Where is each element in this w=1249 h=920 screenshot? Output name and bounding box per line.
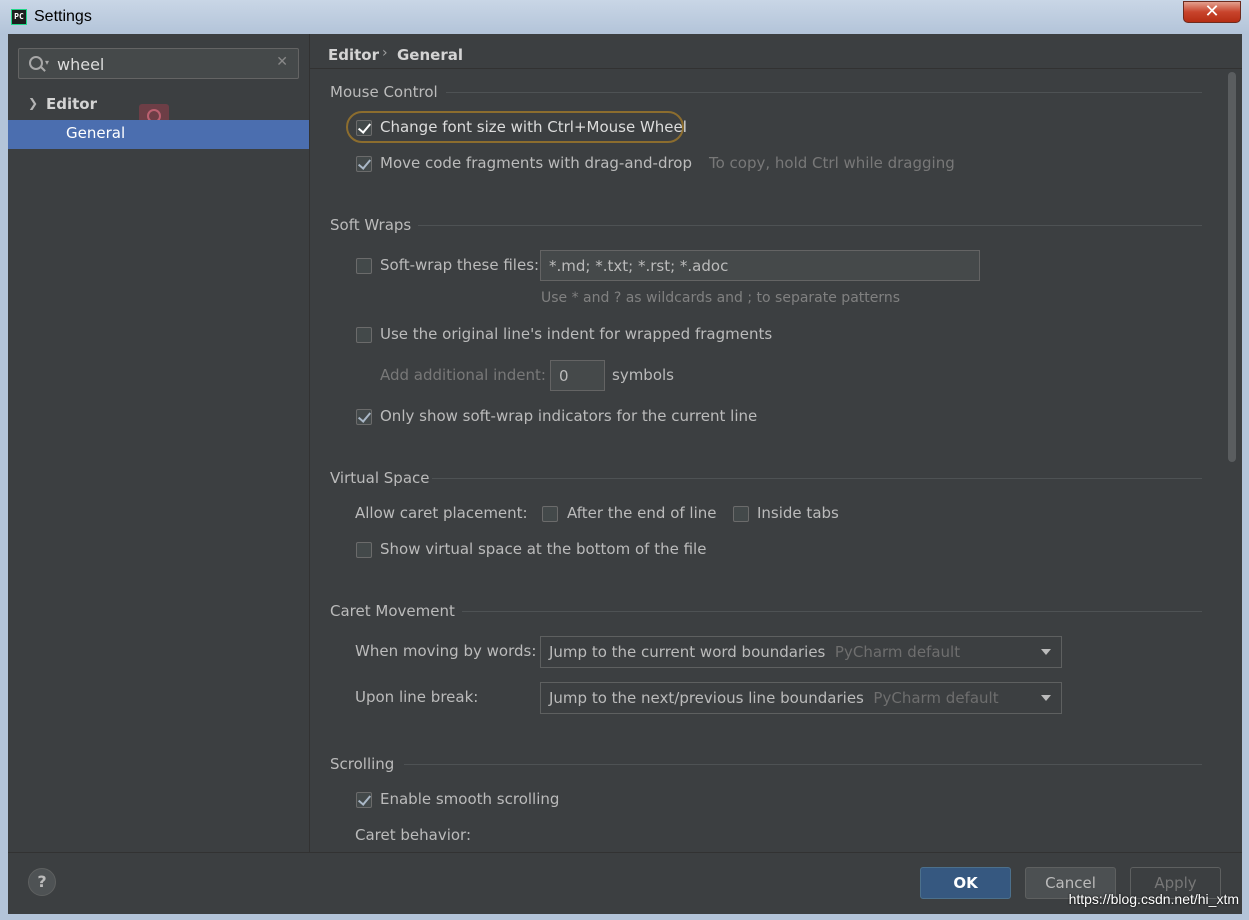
settings-search-box[interactable]: ▾ ✕: [18, 48, 299, 79]
softwrap-files-label[interactable]: Soft-wrap these files:: [380, 256, 539, 274]
drag-drop-label[interactable]: Move code fragments with drag-and-drop: [380, 154, 692, 172]
smooth-scrolling-checkbox[interactable]: [356, 792, 372, 808]
softwrap-indicators-label[interactable]: Only show soft-wrap indicators for the c…: [380, 407, 757, 425]
dropdown-arrow-icon[interactable]: [1041, 695, 1051, 701]
window-frame-right: [1242, 34, 1249, 920]
symbols-label: symbols: [612, 366, 674, 384]
softwrap-files-hint: Use * and ? as wildcards and ; to separa…: [541, 290, 901, 306]
pycharm-app-icon: PC: [11, 9, 27, 25]
tree-item-general[interactable]: General: [8, 120, 309, 149]
additional-indent-input[interactable]: [550, 360, 605, 391]
dialog-footer: ? OK Cancel Apply: [8, 852, 1242, 914]
drag-drop-checkbox[interactable]: [356, 156, 372, 172]
section-mouse-control-title: Mouse Control: [330, 83, 438, 101]
softwrap-files-input[interactable]: [540, 250, 980, 281]
inside-tabs-checkbox[interactable]: [733, 506, 749, 522]
softwrap-files-checkbox[interactable]: [356, 258, 372, 274]
after-end-of-line-label[interactable]: After the end of line: [567, 504, 717, 522]
virtual-space-bottom-label[interactable]: Show virtual space at the bottom of the …: [380, 540, 706, 558]
close-window-button[interactable]: ✕: [1183, 1, 1241, 23]
section-virtual-space-title: Virtual Space: [330, 469, 430, 487]
line-break-select[interactable]: Jump to the next/previous line boundarie…: [540, 682, 1062, 714]
settings-content-panel: Editor › General Mouse Control Change fo…: [310, 34, 1242, 852]
ok-button[interactable]: OK: [920, 867, 1011, 899]
settings-sidebar: ▾ ✕ ❯ Editor General: [8, 34, 310, 852]
chevron-down-icon[interactable]: ❯: [28, 96, 38, 110]
tree-item-general-label: General: [66, 124, 126, 142]
section-soft-wraps-title: Soft Wraps: [330, 216, 412, 234]
line-break-value: Jump to the next/previous line boundarie…: [549, 689, 999, 707]
moving-by-words-label: When moving by words:: [355, 642, 537, 660]
after-end-of-line-checkbox[interactable]: [542, 506, 558, 522]
softwrap-indicators-checkbox[interactable]: [356, 409, 372, 425]
inside-tabs-label[interactable]: Inside tabs: [757, 504, 839, 522]
settings-window: PC Settings ✕ ▾ ✕ ❯ Editor General Edito…: [0, 0, 1249, 920]
ctrl-wheel-font-label[interactable]: Change font size with Ctrl+Mouse Wheel: [380, 118, 687, 136]
breadcrumb-editor[interactable]: Editor: [328, 46, 379, 64]
content-scrollbar[interactable]: [1228, 72, 1236, 462]
caret-placement-label: Allow caret placement:: [355, 504, 528, 522]
search-options-chevron-icon[interactable]: ▾: [45, 58, 49, 67]
smooth-scrolling-label[interactable]: Enable smooth scrolling: [380, 790, 559, 808]
section-scrolling-title: Scrolling: [330, 755, 395, 773]
window-frame-left: [0, 34, 8, 920]
caret-behavior-label: Caret behavior:: [355, 826, 472, 844]
clear-search-icon[interactable]: ✕: [276, 54, 288, 70]
section-divider: [418, 225, 1202, 226]
watermark-text: https://blog.csdn.net/hi_xtm: [1068, 891, 1239, 907]
moving-by-words-value: Jump to the current word boundaries PyCh…: [549, 643, 961, 661]
virtual-space-bottom-checkbox[interactable]: [356, 542, 372, 558]
window-frame-bottom: [0, 913, 1249, 920]
section-divider: [432, 478, 1202, 479]
settings-search-input[interactable]: [57, 53, 257, 75]
section-caret-movement-title: Caret Movement: [330, 602, 455, 620]
original-indent-label[interactable]: Use the original line's indent for wrapp…: [380, 325, 772, 343]
ctrl-wheel-font-checkbox[interactable]: [356, 120, 372, 136]
dropdown-arrow-icon[interactable]: [1041, 649, 1051, 655]
breadcrumb: Editor › General: [310, 34, 1242, 69]
section-divider: [404, 764, 1202, 765]
tree-item-editor-label: Editor: [46, 95, 97, 113]
window-title: Settings: [34, 8, 92, 25]
title-bar: PC Settings ✕: [0, 0, 1249, 35]
help-button[interactable]: ?: [28, 868, 56, 896]
breadcrumb-general: General: [397, 46, 463, 64]
drag-drop-hint: To copy, hold Ctrl while dragging: [709, 154, 955, 172]
breadcrumb-separator: ›: [382, 45, 388, 61]
moving-by-words-select[interactable]: Jump to the current word boundaries PyCh…: [540, 636, 1062, 668]
original-indent-checkbox[interactable]: [356, 327, 372, 343]
line-break-label: Upon line break:: [355, 688, 479, 706]
search-icon[interactable]: [29, 56, 43, 70]
additional-indent-label: Add additional indent:: [380, 366, 546, 384]
section-divider: [446, 92, 1202, 93]
section-divider: [462, 611, 1202, 612]
